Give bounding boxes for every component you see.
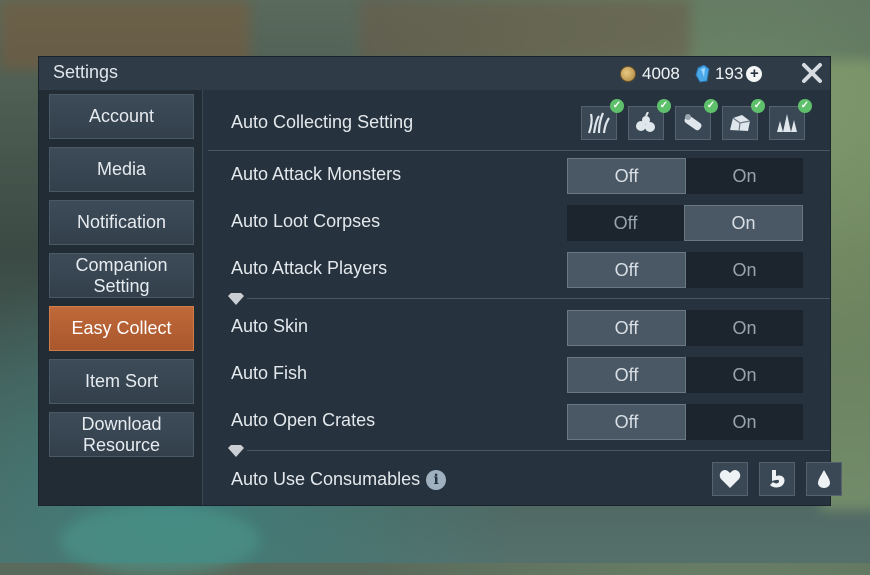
info-icon[interactable]: i [426, 470, 447, 491]
off-option[interactable]: Off [567, 252, 686, 288]
auto-open-crates-label: Auto Open Crates [231, 410, 376, 430]
stomach-icon [770, 470, 785, 488]
diamond-separator-icon [228, 445, 244, 457]
sidebar-item-label: Media [96, 159, 147, 179]
coin-counter: 4008 [620, 64, 680, 84]
section-divider [247, 298, 830, 299]
coin-icon [620, 66, 636, 82]
thirst-consumable-toggle[interactable] [806, 462, 842, 496]
on-option[interactable]: On [686, 252, 803, 288]
water-drop-icon [818, 470, 830, 488]
crystal-toggle[interactable]: ✓ [769, 99, 812, 140]
check-icon: ✓ [751, 99, 765, 113]
wood-toggle[interactable]: ✓ [675, 99, 718, 140]
auto-collecting-label: Auto Collecting Setting [231, 112, 414, 132]
log-icon [684, 114, 702, 131]
auto-fish-toggle[interactable]: Off On [567, 357, 803, 393]
sidebar-item-label: Notification [76, 212, 167, 232]
sidebar-item-label: Download Resource [81, 413, 162, 455]
auto-fish-label: Auto Fish [231, 363, 308, 383]
consumables-label-text: Auto Use Consumables [231, 469, 421, 489]
sidebar-item-media[interactable]: Media [49, 147, 194, 192]
on-option[interactable]: On [686, 158, 803, 194]
background-water [60, 505, 260, 575]
close-icon[interactable] [798, 59, 826, 87]
off-option[interactable]: Off [567, 205, 684, 241]
sidebar-item-label: Companion Setting [75, 254, 168, 296]
sidebar-item-companion-setting[interactable]: Companion Setting [49, 253, 194, 298]
section-divider [208, 150, 830, 151]
sidebar-item-label: Easy Collect [71, 318, 172, 338]
off-option[interactable]: Off [567, 310, 686, 346]
sidebar-item-label: Account [88, 106, 155, 126]
check-icon: ✓ [798, 99, 812, 113]
easy-collect-settings: Auto Collecting Setting ✓ ✓ ✓ ✓ ✓ Auto A… [203, 90, 842, 505]
auto-loot-corpses-toggle[interactable]: Off On [567, 205, 803, 241]
gem-counter: 193 + [695, 64, 763, 84]
settings-panel: Settings 4008 193 + Account Media Notifi… [39, 57, 842, 505]
auto-use-consumables-label: Auto Use Consumables i [231, 469, 447, 491]
berries-icon [636, 112, 655, 132]
crystal-icon [777, 114, 797, 132]
berries-toggle[interactable]: ✓ [628, 99, 671, 140]
check-icon: ✓ [610, 99, 624, 113]
sidebar-item-label: Item Sort [84, 371, 159, 391]
health-consumable-toggle[interactable] [712, 462, 748, 496]
sidebar-item-account[interactable]: Account [49, 94, 194, 139]
on-option[interactable]: On [686, 310, 803, 346]
auto-skin-toggle[interactable]: Off On [567, 310, 803, 346]
check-icon: ✓ [657, 99, 671, 113]
sidebar-item-notification[interactable]: Notification [49, 200, 194, 245]
section-divider [247, 450, 830, 451]
window-title: Settings [53, 62, 119, 82]
on-option[interactable]: On [686, 357, 803, 393]
grass-icon [587, 112, 610, 134]
auto-loot-corpses-label: Auto Loot Corpses [231, 211, 381, 231]
sidebar-item-download-resource[interactable]: Download Resource [49, 412, 194, 457]
auto-attack-players-label: Auto Attack Players [231, 258, 388, 278]
sidebar-item-easy-collect[interactable]: Easy Collect [49, 306, 194, 351]
grass-toggle[interactable]: ✓ [581, 99, 624, 140]
gem-icon [695, 65, 710, 83]
auto-skin-label: Auto Skin [231, 316, 309, 336]
auto-open-crates-toggle[interactable]: Off On [567, 404, 803, 440]
stone-toggle[interactable]: ✓ [722, 99, 765, 140]
on-option[interactable]: On [684, 205, 803, 241]
diamond-separator-icon [228, 293, 244, 305]
auto-attack-monsters-label: Auto Attack Monsters [231, 164, 402, 184]
off-option[interactable]: Off [567, 404, 686, 440]
on-option[interactable]: On [686, 404, 803, 440]
background-building [360, 0, 690, 60]
title-bar: Settings 4008 193 + [39, 57, 830, 90]
auto-attack-players-toggle[interactable]: Off On [567, 252, 803, 288]
check-icon: ✓ [704, 99, 718, 113]
sidebar-item-item-sort[interactable]: Item Sort [49, 359, 194, 404]
hunger-consumable-toggle[interactable] [759, 462, 795, 496]
add-gems-icon[interactable]: + [746, 66, 763, 82]
off-option[interactable]: Off [567, 158, 686, 194]
off-option[interactable]: Off [567, 357, 686, 393]
coin-amount: 4008 [642, 64, 680, 83]
stone-icon [730, 115, 751, 132]
heart-icon [719, 470, 741, 488]
sidebar: Account Media Notification Companion Set… [39, 90, 202, 505]
gem-amount: 193 [715, 64, 744, 83]
auto-attack-monsters-toggle[interactable]: Off On [567, 158, 803, 194]
